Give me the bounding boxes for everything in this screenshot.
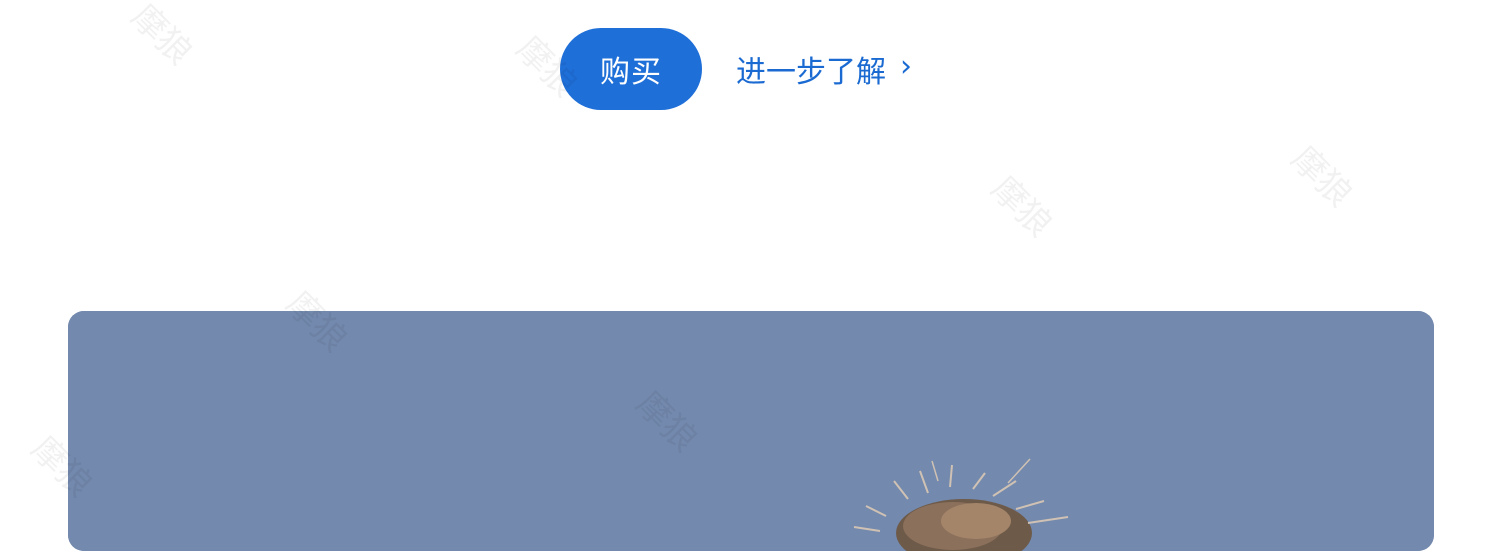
learn-more-link[interactable]: 进一步了解 › [736,47,912,91]
hero-card [68,311,1434,551]
hero-sky-background [68,311,1434,551]
chevron-right-icon: › [900,49,912,84]
hero-image [68,311,1434,551]
watermark-text: 摩狼 [983,168,1060,246]
watermark-text: 摩狼 [123,0,200,74]
cta-row: 购买 进一步了解 › [560,28,912,110]
learn-more-label: 进一步了解 [736,55,886,90]
buy-button[interactable]: 购买 [560,28,702,110]
watermark-text: 摩狼 [1283,138,1360,216]
